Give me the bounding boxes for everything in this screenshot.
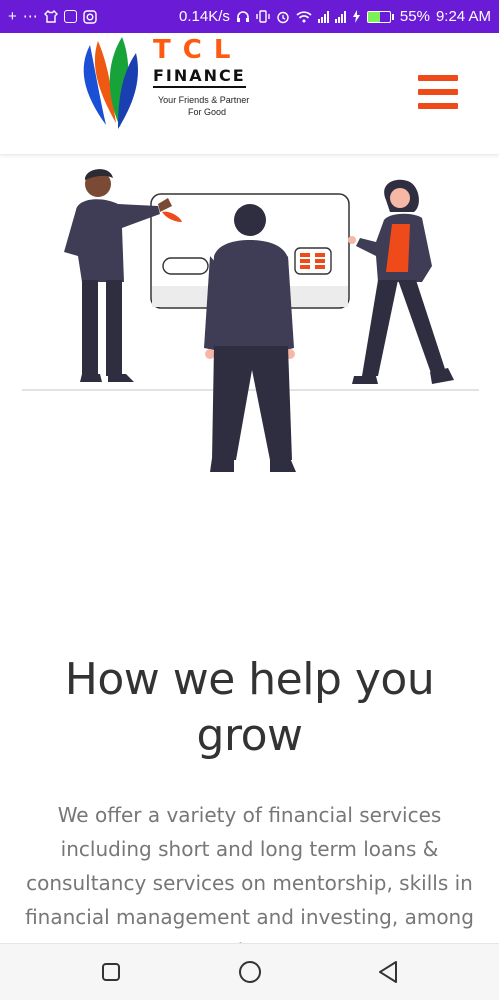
brand-logo[interactable]: TCL FINANCE Your Friends & Partner For G… bbox=[78, 33, 268, 133]
signal-icon bbox=[334, 10, 346, 23]
shirt-icon bbox=[43, 10, 58, 23]
site-header: TCL FINANCE Your Friends & Partner For G… bbox=[0, 33, 499, 155]
network-speed: 0.14K/s bbox=[179, 8, 230, 25]
logo-subtitle: FINANCE bbox=[153, 66, 246, 88]
status-left-icons: + ⋯ bbox=[8, 9, 97, 24]
logo-tagline-line1: Your Friends & Partner bbox=[158, 95, 250, 105]
more-dots-icon: ⋯ bbox=[22, 8, 38, 25]
screenshot-icon bbox=[63, 10, 77, 23]
section-headline: How we help you grow bbox=[0, 652, 499, 764]
charging-icon bbox=[352, 10, 360, 23]
back-triangle-icon[interactable] bbox=[375, 958, 403, 986]
flame-logo-icon bbox=[83, 37, 138, 129]
recents-square-icon[interactable] bbox=[97, 958, 125, 986]
headline-line1: How we help you bbox=[64, 654, 435, 705]
system-nav-bar bbox=[0, 943, 499, 1000]
logo-title: TCL bbox=[153, 35, 243, 65]
headline-line2: grow bbox=[196, 710, 303, 761]
signal-icon bbox=[317, 10, 329, 23]
clock: 9:24 AM bbox=[435, 8, 491, 25]
home-circle-icon[interactable] bbox=[236, 958, 264, 986]
battery-percent: 55% bbox=[399, 8, 430, 25]
logo-tagline-line2: For Good bbox=[188, 107, 227, 117]
team-with-credit-card-illustration bbox=[22, 169, 479, 472]
wifi-icon bbox=[296, 11, 312, 23]
vibrate-icon bbox=[256, 10, 270, 23]
plus-icon: + bbox=[8, 8, 17, 25]
alarm-icon bbox=[277, 11, 289, 23]
status-bar: + ⋯ 0.14K/s 55% 9:24 AM bbox=[0, 0, 499, 33]
instagram-icon bbox=[83, 9, 97, 24]
headset-icon bbox=[236, 11, 249, 22]
battery-icon bbox=[366, 10, 394, 23]
status-right-icons: 0.14K/s 55% 9:24 AM bbox=[179, 8, 491, 25]
battery-level-fill bbox=[367, 11, 381, 22]
hamburger-menu-icon[interactable] bbox=[418, 75, 462, 113]
woman-right-figure bbox=[348, 179, 454, 384]
